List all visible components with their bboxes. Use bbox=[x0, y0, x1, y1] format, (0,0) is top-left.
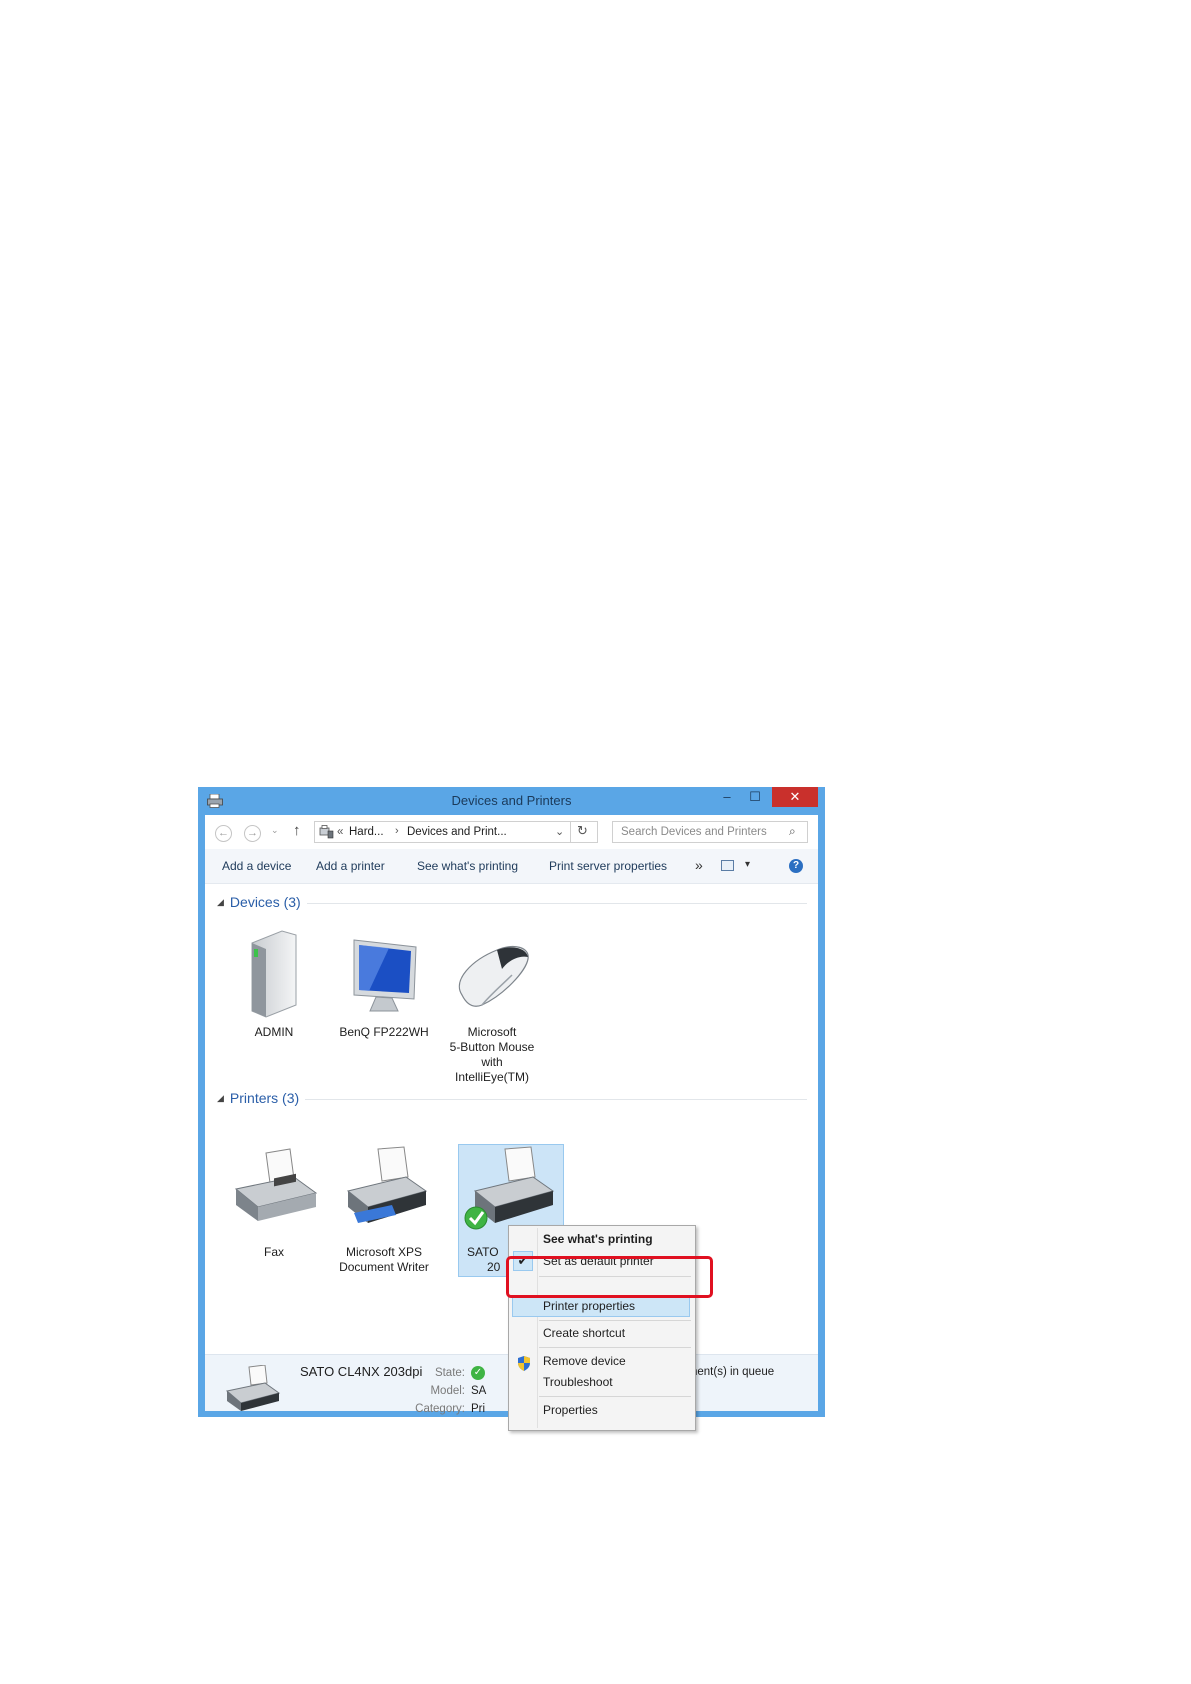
monitor-icon bbox=[353, 939, 417, 1012]
details-category-label: Category: bbox=[415, 1403, 465, 1415]
breadcrumb-chevron-icon[interactable]: › bbox=[395, 825, 399, 837]
device-admin[interactable]: ADMIN bbox=[224, 925, 324, 1040]
printer-microsoft-xps[interactable]: Microsoft XPS Document Writer bbox=[334, 1145, 434, 1275]
more-commands-icon[interactable]: » bbox=[695, 857, 703, 873]
search-box[interactable]: Search Devices and Printers ⌕ bbox=[612, 821, 808, 843]
uac-shield-icon bbox=[518, 1356, 530, 1371]
fax-icon bbox=[234, 1148, 318, 1221]
devices-and-printers-window: Devices and Printers – ☐ ✕ ← → ⌄ ↑ « Har… bbox=[198, 787, 825, 1431]
search-icon[interactable]: ⌕ bbox=[789, 824, 796, 839]
details-model-value: SA bbox=[471, 1385, 487, 1397]
device-label-line-1: Microsoft bbox=[467, 1025, 517, 1039]
device-label-line-2: 5-Button Mouse bbox=[449, 1040, 535, 1054]
collapse-triangle-icon[interactable]: ◢ bbox=[217, 897, 224, 907]
help-icon[interactable]: ? bbox=[789, 859, 803, 873]
devices-location-icon bbox=[319, 825, 334, 839]
device-benq-monitor[interactable]: BenQ FP222WH bbox=[334, 925, 434, 1040]
device-label: BenQ FP222WH bbox=[339, 1025, 429, 1039]
add-device-button[interactable]: Add a device bbox=[222, 859, 291, 873]
back-arrow-icon[interactable]: ← bbox=[215, 825, 232, 842]
collapse-triangle-icon[interactable]: ◢ bbox=[217, 1093, 224, 1103]
window-client-area: ← → ⌄ ↑ « Hard... › Devices and Print...… bbox=[205, 815, 818, 1431]
forward-arrow-icon[interactable]: → bbox=[244, 825, 261, 842]
mouse-icon bbox=[458, 946, 529, 1007]
close-button[interactable]: ✕ bbox=[772, 787, 818, 807]
view-options-dropdown-icon[interactable]: ▾ bbox=[745, 859, 750, 870]
callout-highlight-box bbox=[506, 1256, 713, 1298]
menu-item-create-shortcut[interactable]: Create shortcut bbox=[543, 1326, 625, 1340]
menu-item-printer-properties[interactable]: Printer properties bbox=[543, 1299, 635, 1313]
title-bar[interactable]: Devices and Printers – ☐ ✕ bbox=[198, 787, 825, 815]
state-ok-icon: ✓ bbox=[471, 1366, 485, 1380]
devices-group-header[interactable]: ◢ Devices (3) bbox=[217, 894, 301, 910]
add-printer-button[interactable]: Add a printer bbox=[316, 859, 385, 873]
command-bar: Add a device Add a printer See what's pr… bbox=[205, 849, 818, 884]
recent-locations-chevron-icon[interactable]: ⌄ bbox=[271, 825, 279, 836]
devices-group-title: Devices (3) bbox=[229, 894, 301, 910]
device-label-line-3: with bbox=[481, 1055, 503, 1069]
menu-item-see-whats-printing[interactable]: See what's printing bbox=[543, 1232, 653, 1246]
printer-label-line-2: Document Writer bbox=[339, 1260, 429, 1274]
details-model-label: Model: bbox=[430, 1385, 465, 1397]
menu-separator bbox=[539, 1347, 691, 1348]
menu-item-remove-device[interactable]: Remove device bbox=[543, 1354, 626, 1368]
navigation-bar: ← → ⌄ ↑ « Hard... › Devices and Print...… bbox=[205, 815, 818, 849]
address-divider bbox=[570, 822, 571, 842]
breadcrumb-devices-and-printers[interactable]: Devices and Print... bbox=[407, 826, 507, 838]
up-arrow-icon[interactable]: ↑ bbox=[293, 822, 301, 839]
see-whats-printing-button[interactable]: See what's printing bbox=[417, 859, 518, 873]
menu-separator bbox=[539, 1320, 691, 1321]
menu-item-troubleshoot[interactable]: Troubleshoot bbox=[543, 1375, 613, 1389]
printers-group-header[interactable]: ◢ Printers (3) bbox=[217, 1090, 299, 1106]
refresh-icon[interactable]: ↻ bbox=[577, 823, 588, 839]
menu-separator bbox=[539, 1396, 691, 1397]
device-microsoft-mouse[interactable]: Microsoft 5-Button Mouse with IntelliEye… bbox=[442, 925, 542, 1085]
printer-icon bbox=[346, 1146, 428, 1223]
menu-item-properties[interactable]: Properties bbox=[543, 1403, 598, 1417]
details-state-label: State: bbox=[434, 1367, 465, 1379]
printer-label-line-1: Microsoft XPS bbox=[345, 1245, 423, 1259]
search-placeholder: Search Devices and Printers bbox=[621, 826, 767, 838]
details-queue-status: nent(s) in queue bbox=[691, 1366, 775, 1378]
details-category-value: Pri bbox=[471, 1403, 486, 1415]
details-printer-icon bbox=[225, 1365, 281, 1411]
address-overflow-chevron[interactable]: « bbox=[337, 826, 343, 838]
devices-group-divider bbox=[307, 903, 807, 904]
change-view-icon[interactable] bbox=[721, 860, 734, 871]
minimize-button[interactable]: – bbox=[713, 787, 741, 807]
address-dropdown-icon[interactable]: ⌄ bbox=[555, 825, 564, 838]
maximize-button[interactable]: ☐ bbox=[741, 787, 769, 807]
device-label: ADMIN bbox=[254, 1025, 294, 1039]
printer-label: Fax bbox=[263, 1245, 284, 1259]
device-label-line-4: IntelliEye(TM) bbox=[454, 1070, 529, 1084]
printers-group-title: Printers (3) bbox=[229, 1090, 300, 1106]
printers-group-divider bbox=[305, 1099, 807, 1100]
breadcrumb-hardware[interactable]: Hard... bbox=[349, 826, 384, 838]
address-bar[interactable]: « Hard... › Devices and Print... ⌄ ↻ bbox=[314, 821, 598, 843]
computer-tower-icon bbox=[251, 930, 297, 1018]
print-server-properties-button[interactable]: Print server properties bbox=[549, 859, 667, 873]
printer-fax[interactable]: Fax bbox=[224, 1145, 324, 1260]
